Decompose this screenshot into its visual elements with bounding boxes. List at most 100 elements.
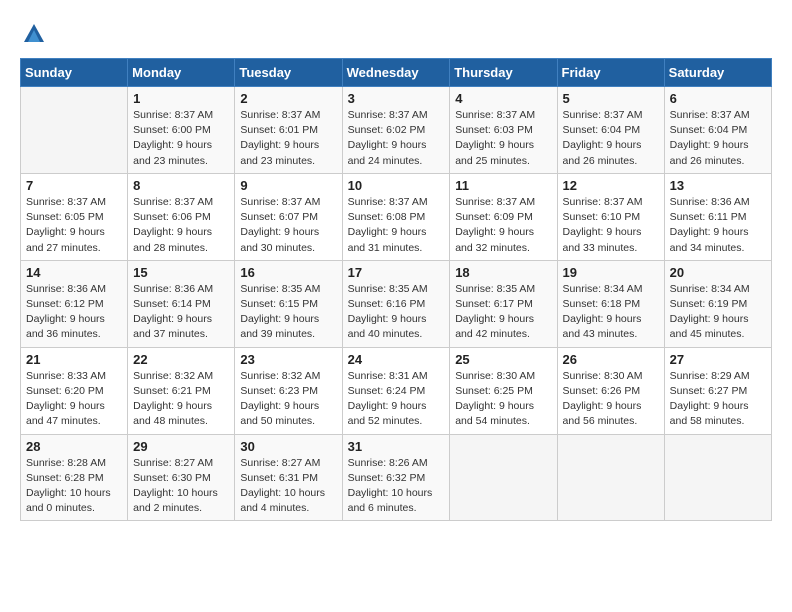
- calendar-cell: 14 Sunrise: 8:36 AMSunset: 6:12 PMDayligh…: [21, 260, 128, 347]
- day-number: 26: [563, 352, 659, 367]
- day-info: Sunrise: 8:37 AMSunset: 6:02 PMDaylight:…: [348, 108, 445, 169]
- calendar-week-row: 14 Sunrise: 8:36 AMSunset: 6:12 PMDayligh…: [21, 260, 772, 347]
- calendar-cell: 13Sunrise: 8:36 AMSunset: 6:11 PMDayligh…: [664, 173, 771, 260]
- calendar-cell: 19 Sunrise: 8:34 AMSunset: 6:18 PMDayligh…: [557, 260, 664, 347]
- day-number: 30: [240, 439, 336, 454]
- column-header-saturday: Saturday: [664, 59, 771, 87]
- calendar-cell: 11 Sunrise: 8:37 AMSunset: 6:09 PMDayligh…: [450, 173, 557, 260]
- day-info: Sunrise: 8:37 AMSunset: 6:10 PMDaylight:…: [563, 195, 659, 256]
- calendar-cell: 25 Sunrise: 8:30 AMSunset: 6:25 PMDayligh…: [450, 347, 557, 434]
- column-header-wednesday: Wednesday: [342, 59, 450, 87]
- calendar-table: SundayMondayTuesdayWednesdayThursdayFrid…: [20, 58, 772, 521]
- day-info: Sunrise: 8:36 AMSunset: 6:12 PMDaylight:…: [26, 282, 122, 343]
- day-number: 19: [563, 265, 659, 280]
- column-header-tuesday: Tuesday: [235, 59, 342, 87]
- calendar-cell: 22 Sunrise: 8:32 AMSunset: 6:21 PMDayligh…: [128, 347, 235, 434]
- day-number: 6: [670, 91, 766, 106]
- calendar-cell: 2 Sunrise: 8:37 AMSunset: 6:01 PMDaylight…: [235, 87, 342, 174]
- day-number: 5: [563, 91, 659, 106]
- day-info: Sunrise: 8:37 AMSunset: 6:04 PMDaylight:…: [563, 108, 659, 169]
- day-number: 10: [348, 178, 445, 193]
- calendar-cell: 30 Sunrise: 8:27 AMSunset: 6:31 PMDayligh…: [235, 434, 342, 521]
- page-header: [20, 20, 772, 48]
- day-number: 12: [563, 178, 659, 193]
- day-info: Sunrise: 8:29 AMSunset: 6:27 PMDaylight:…: [670, 369, 766, 430]
- day-number: 2: [240, 91, 336, 106]
- day-info: Sunrise: 8:30 AMSunset: 6:25 PMDaylight:…: [455, 369, 551, 430]
- day-number: 17: [348, 265, 445, 280]
- column-header-friday: Friday: [557, 59, 664, 87]
- day-info: Sunrise: 8:36 AMSunset: 6:14 PMDaylight:…: [133, 282, 229, 343]
- day-number: 3: [348, 91, 445, 106]
- calendar-cell: 8Sunrise: 8:37 AMSunset: 6:06 PMDaylight…: [128, 173, 235, 260]
- calendar-cell: 3 Sunrise: 8:37 AMSunset: 6:02 PMDaylight…: [342, 87, 450, 174]
- day-number: 11: [455, 178, 551, 193]
- calendar-week-row: 28 Sunrise: 8:28 AMSunset: 6:28 PMDayligh…: [21, 434, 772, 521]
- day-info: Sunrise: 8:37 AMSunset: 6:05 PMDaylight:…: [26, 195, 122, 256]
- calendar-week-row: 7 Sunrise: 8:37 AMSunset: 6:05 PMDaylight…: [21, 173, 772, 260]
- calendar-cell: 6Sunrise: 8:37 AMSunset: 6:04 PMDaylight…: [664, 87, 771, 174]
- calendar-cell: 26 Sunrise: 8:30 AMSunset: 6:26 PMDayligh…: [557, 347, 664, 434]
- day-number: 29: [133, 439, 229, 454]
- day-number: 24: [348, 352, 445, 367]
- calendar-cell: 4Sunrise: 8:37 AMSunset: 6:03 PMDaylight…: [450, 87, 557, 174]
- calendar-week-row: 1 Sunrise: 8:37 AMSunset: 6:00 PMDaylight…: [21, 87, 772, 174]
- calendar-cell: 20Sunrise: 8:34 AMSunset: 6:19 PMDayligh…: [664, 260, 771, 347]
- day-number: 18: [455, 265, 551, 280]
- day-number: 16: [240, 265, 336, 280]
- calendar-cell: 16 Sunrise: 8:35 AMSunset: 6:15 PMDayligh…: [235, 260, 342, 347]
- calendar-cell: 27 Sunrise: 8:29 AMSunset: 6:27 PMDayligh…: [664, 347, 771, 434]
- day-number: 20: [670, 265, 766, 280]
- day-number: 23: [240, 352, 336, 367]
- calendar-cell: 23 Sunrise: 8:32 AMSunset: 6:23 PMDayligh…: [235, 347, 342, 434]
- calendar-cell: 5 Sunrise: 8:37 AMSunset: 6:04 PMDaylight…: [557, 87, 664, 174]
- day-number: 25: [455, 352, 551, 367]
- day-number: 27: [670, 352, 766, 367]
- day-info: Sunrise: 8:32 AMSunset: 6:21 PMDaylight:…: [133, 369, 229, 430]
- day-info: Sunrise: 8:26 AMSunset: 6:32 PMDaylight:…: [348, 456, 445, 517]
- day-info: Sunrise: 8:31 AMSunset: 6:24 PMDaylight:…: [348, 369, 445, 430]
- calendar-cell: 1 Sunrise: 8:37 AMSunset: 6:00 PMDaylight…: [128, 87, 235, 174]
- calendar-cell: [450, 434, 557, 521]
- day-info: Sunrise: 8:35 AMSunset: 6:17 PMDaylight:…: [455, 282, 551, 343]
- day-info: Sunrise: 8:28 AMSunset: 6:28 PMDaylight:…: [26, 456, 122, 517]
- day-info: Sunrise: 8:34 AMSunset: 6:18 PMDaylight:…: [563, 282, 659, 343]
- calendar-cell: 18 Sunrise: 8:35 AMSunset: 6:17 PMDayligh…: [450, 260, 557, 347]
- calendar-cell: 12 Sunrise: 8:37 AMSunset: 6:10 PMDayligh…: [557, 173, 664, 260]
- day-info: Sunrise: 8:32 AMSunset: 6:23 PMDaylight:…: [240, 369, 336, 430]
- day-number: 14: [26, 265, 122, 280]
- calendar-header-row: SundayMondayTuesdayWednesdayThursdayFrid…: [21, 59, 772, 87]
- day-info: Sunrise: 8:27 AMSunset: 6:31 PMDaylight:…: [240, 456, 336, 517]
- logo-icon: [20, 20, 48, 48]
- calendar-cell: 29Sunrise: 8:27 AMSunset: 6:30 PMDayligh…: [128, 434, 235, 521]
- day-info: Sunrise: 8:37 AMSunset: 6:08 PMDaylight:…: [348, 195, 445, 256]
- day-number: 1: [133, 91, 229, 106]
- day-info: Sunrise: 8:37 AMSunset: 6:09 PMDaylight:…: [455, 195, 551, 256]
- column-header-thursday: Thursday: [450, 59, 557, 87]
- logo: [20, 20, 52, 48]
- day-info: Sunrise: 8:35 AMSunset: 6:16 PMDaylight:…: [348, 282, 445, 343]
- day-number: 15: [133, 265, 229, 280]
- calendar-cell: [21, 87, 128, 174]
- column-header-monday: Monday: [128, 59, 235, 87]
- calendar-cell: 21Sunrise: 8:33 AMSunset: 6:20 PMDayligh…: [21, 347, 128, 434]
- day-number: 9: [240, 178, 336, 193]
- day-number: 22: [133, 352, 229, 367]
- day-info: Sunrise: 8:30 AMSunset: 6:26 PMDaylight:…: [563, 369, 659, 430]
- calendar-cell: 17 Sunrise: 8:35 AMSunset: 6:16 PMDayligh…: [342, 260, 450, 347]
- day-info: Sunrise: 8:36 AMSunset: 6:11 PMDaylight:…: [670, 195, 766, 256]
- day-info: Sunrise: 8:37 AMSunset: 6:06 PMDaylight:…: [133, 195, 229, 256]
- calendar-cell: 31Sunrise: 8:26 AMSunset: 6:32 PMDayligh…: [342, 434, 450, 521]
- day-info: Sunrise: 8:37 AMSunset: 6:00 PMDaylight:…: [133, 108, 229, 169]
- day-number: 28: [26, 439, 122, 454]
- calendar-cell: 9 Sunrise: 8:37 AMSunset: 6:07 PMDaylight…: [235, 173, 342, 260]
- calendar-cell: 10 Sunrise: 8:37 AMSunset: 6:08 PMDayligh…: [342, 173, 450, 260]
- day-info: Sunrise: 8:37 AMSunset: 6:01 PMDaylight:…: [240, 108, 336, 169]
- calendar-cell: [557, 434, 664, 521]
- calendar-cell: 7 Sunrise: 8:37 AMSunset: 6:05 PMDaylight…: [21, 173, 128, 260]
- day-number: 21: [26, 352, 122, 367]
- day-number: 7: [26, 178, 122, 193]
- column-header-sunday: Sunday: [21, 59, 128, 87]
- day-info: Sunrise: 8:37 AMSunset: 6:07 PMDaylight:…: [240, 195, 336, 256]
- day-info: Sunrise: 8:35 AMSunset: 6:15 PMDaylight:…: [240, 282, 336, 343]
